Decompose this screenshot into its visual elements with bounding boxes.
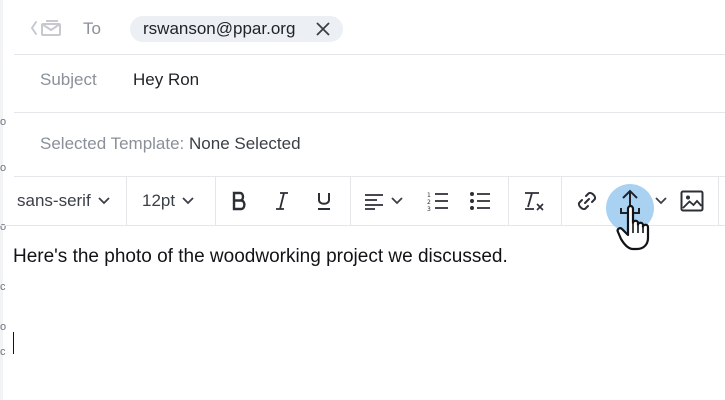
bold-icon — [232, 191, 246, 211]
to-row: To rswanson@ppar.org — [14, 0, 725, 55]
message-body[interactable]: Here's the photo of the woodworking proj… — [13, 246, 508, 268]
toolbar-divider — [126, 177, 127, 225]
left-edge-char: o — [0, 162, 7, 174]
italic-icon — [276, 192, 288, 210]
underline-icon — [318, 193, 330, 210]
link-icon — [577, 191, 597, 211]
font-family-select[interactable]: sans-serif — [17, 177, 110, 225]
template-selector[interactable]: Selected Template: None Selected — [40, 134, 301, 154]
left-edge-char: o — [0, 116, 7, 128]
hand-cursor-icon — [616, 204, 650, 251]
back-mail-icon[interactable] — [30, 18, 64, 38]
toolbar-divider — [350, 177, 351, 225]
svg-text:2: 2 — [427, 199, 431, 206]
numbered-list-button[interactable]: 123 — [424, 177, 452, 225]
toolbar-divider — [508, 177, 509, 225]
underline-button[interactable] — [310, 177, 338, 225]
insert-image-button[interactable] — [678, 177, 706, 225]
subject-row[interactable]: Subject Hey Ron — [14, 54, 725, 113]
link-button[interactable] — [573, 177, 601, 225]
recipient-email: rswanson@ppar.org — [143, 19, 296, 38]
italic-button[interactable] — [268, 177, 296, 225]
close-icon[interactable] — [316, 22, 330, 36]
align-left-icon — [365, 194, 383, 210]
subject-input[interactable]: Hey Ron — [133, 70, 199, 90]
font-size-value: 12pt — [142, 191, 176, 210]
chevron-down-icon — [391, 197, 403, 205]
font-size-select[interactable]: 12pt — [142, 177, 194, 225]
toolbar-divider — [718, 177, 719, 225]
template-label: Selected Template: — [40, 134, 185, 153]
left-edge-char: c — [0, 346, 6, 358]
template-value: None Selected — [184, 134, 301, 153]
bulleted-list-icon — [470, 192, 490, 210]
toolbar-divider — [561, 177, 562, 225]
chevron-down-icon — [182, 197, 194, 205]
to-label: To — [83, 19, 101, 38]
recipient-chip[interactable]: rswanson@ppar.org — [130, 16, 343, 42]
left-edge-char: c — [0, 281, 6, 293]
chevron-down-icon — [98, 197, 110, 205]
clear-format-button[interactable] — [520, 177, 548, 225]
bulleted-list-button[interactable] — [466, 177, 494, 225]
svg-text:3: 3 — [427, 206, 431, 211]
numbered-list-icon: 123 — [427, 192, 448, 211]
text-caret — [13, 332, 14, 354]
template-row[interactable]: Selected Template: None Selected — [14, 112, 725, 177]
toolbar-divider — [215, 177, 216, 225]
left-edge-char: o — [0, 321, 7, 333]
svg-text:1: 1 — [427, 192, 431, 199]
align-select[interactable] — [364, 177, 403, 225]
image-icon — [680, 190, 704, 212]
font-family-value: sans-serif — [17, 191, 91, 210]
bold-button[interactable] — [225, 177, 253, 225]
subject-label: Subject — [40, 70, 97, 89]
clear-format-icon — [525, 192, 544, 211]
